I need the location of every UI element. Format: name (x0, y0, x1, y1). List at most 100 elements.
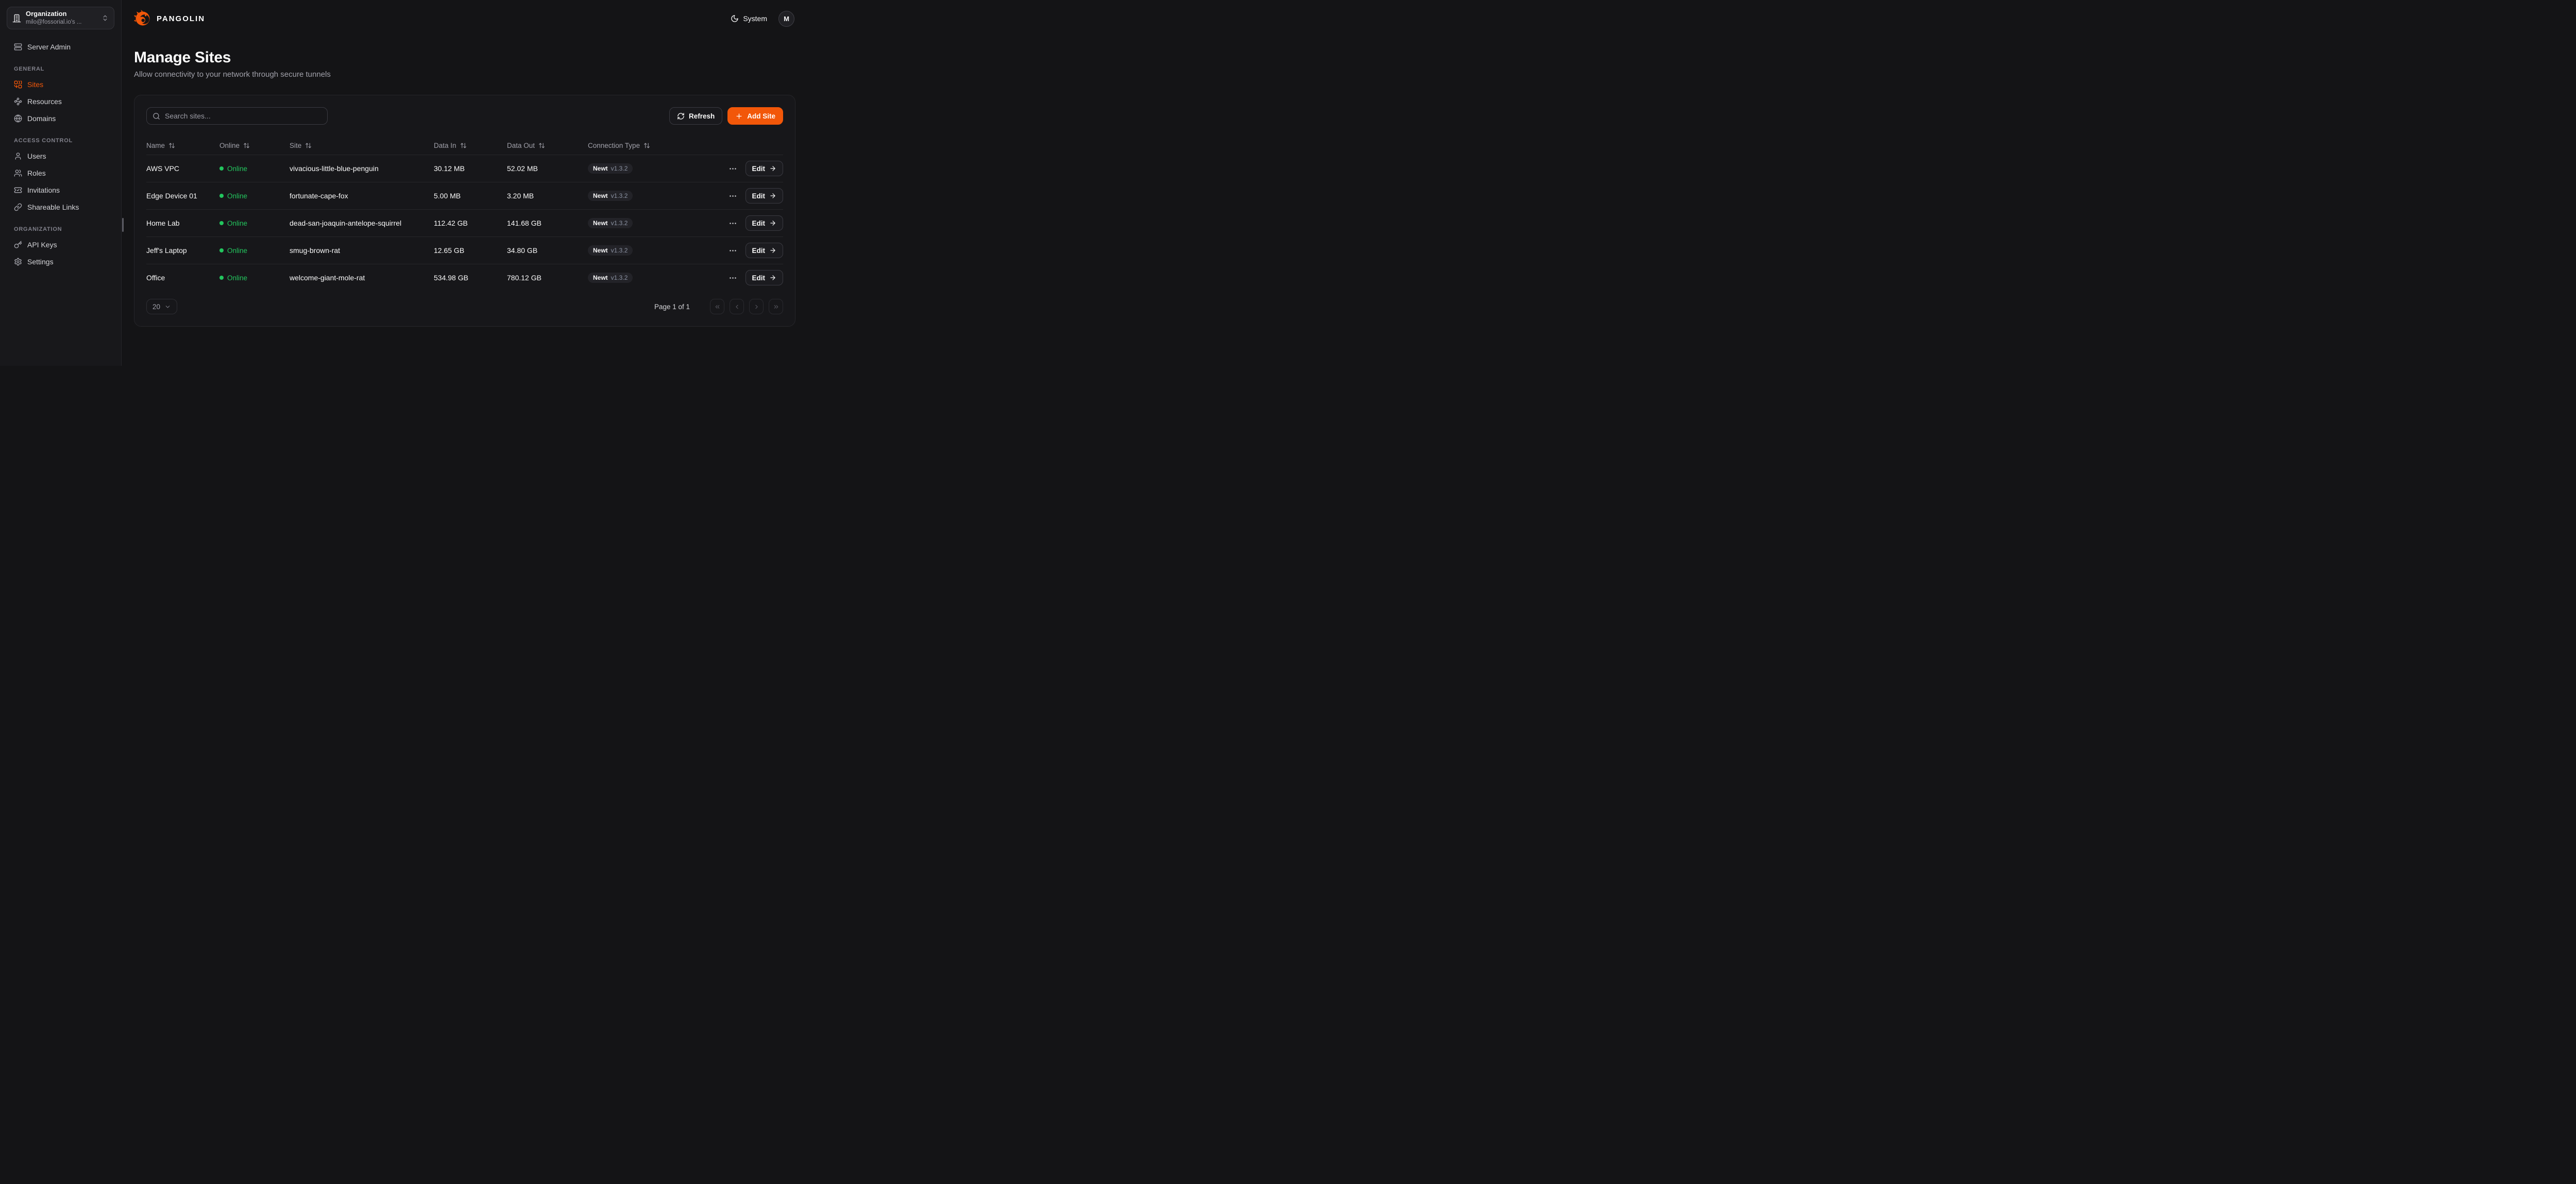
edit-button[interactable]: Edit (745, 243, 784, 258)
moon-icon (731, 14, 739, 23)
row-actions-cell: Edit (715, 243, 783, 258)
site-id-cell: fortunate-cape-fox (290, 192, 434, 200)
table-row: AWS VPC Online vivacious-little-blue-pen… (146, 155, 783, 182)
key-icon (14, 241, 22, 249)
sidebar-item-users[interactable]: Users (7, 147, 114, 164)
connection-type-cell: Newt v1.3.2 (588, 245, 715, 256)
arrow-right-icon (769, 165, 776, 172)
sidebar-item-server-admin[interactable]: Server Admin (7, 38, 114, 55)
column-header-connection-type[interactable]: Connection Type (588, 142, 715, 149)
table-row: Jeff's Laptop Online smug-brown-rat 12.6… (146, 236, 783, 264)
connection-client-version: v1.3.2 (611, 247, 628, 253)
online-dot-icon (219, 248, 224, 252)
ellipsis-icon (728, 246, 737, 255)
plus-icon (735, 112, 743, 120)
sidebar-heading-organization: ORGANIZATION (7, 226, 114, 236)
sidebar-item-api-keys[interactable]: API Keys (7, 236, 114, 253)
sidebar-scrollbar-thumb[interactable] (122, 218, 124, 232)
column-header-site[interactable]: Site (290, 142, 434, 149)
online-status-cell: Online (219, 247, 290, 255)
sidebar-item-shareable-links[interactable]: Shareable Links (7, 198, 114, 215)
sidebar-item-label: API Keys (27, 241, 57, 249)
site-name-cell: Jeff's Laptop (146, 246, 219, 255)
refresh-icon (677, 112, 685, 120)
search-input[interactable] (165, 112, 321, 120)
site-name-cell: Edge Device 01 (146, 192, 219, 200)
next-page-button[interactable] (749, 299, 764, 314)
first-page-button[interactable] (710, 299, 724, 314)
connection-type-cell: Newt v1.3.2 (588, 163, 715, 174)
avatar[interactable]: M (778, 11, 794, 27)
arrow-right-icon (769, 192, 776, 199)
connection-type-badge: Newt v1.3.2 (588, 273, 633, 283)
online-dot-icon (219, 276, 224, 280)
sort-icon (243, 142, 250, 149)
column-header-data-out[interactable]: Data Out (507, 142, 588, 149)
online-status-label: Online (227, 247, 247, 255)
data-in-cell: 534.98 GB (434, 274, 507, 282)
chevrons-up-down-icon (101, 14, 109, 22)
sidebar-item-resources[interactable]: Resources (7, 93, 114, 110)
row-menu-button[interactable] (728, 274, 737, 282)
sidebar-item-sites[interactable]: Sites (7, 76, 114, 93)
org-switcher[interactable]: Organization milo@fossorial.io's ... (7, 7, 114, 29)
table-row: Edge Device 01 Online fortunate-cape-fox… (146, 182, 783, 209)
data-in-cell: 30.12 MB (434, 164, 507, 173)
sidebar-item-label: Resources (27, 97, 62, 106)
edit-button[interactable]: Edit (745, 270, 784, 285)
connection-client-name: Newt (593, 165, 608, 172)
previous-page-button[interactable] (730, 299, 744, 314)
edit-button[interactable]: Edit (745, 161, 784, 176)
table-row: Home Lab Online dead-san-joaquin-antelop… (146, 209, 783, 236)
table-body: AWS VPC Online vivacious-little-blue-pen… (146, 155, 783, 291)
online-status-label: Online (227, 274, 247, 282)
connection-type-cell: Newt v1.3.2 (588, 191, 715, 201)
column-header-name[interactable]: Name (146, 142, 219, 149)
sidebar-nav: Server Admin GENERAL Sites Resources (7, 38, 114, 270)
connection-client-name: Newt (593, 247, 608, 253)
data-out-cell: 34.80 GB (507, 246, 588, 255)
org-switcher-subtitle: milo@fossorial.io's ... (26, 19, 97, 26)
sidebar-item-label: Domains (27, 114, 56, 123)
sidebar-item-settings[interactable]: Settings (7, 253, 114, 270)
online-status-label: Online (227, 192, 247, 200)
add-site-button[interactable]: Add Site (727, 107, 783, 125)
column-label: Data In (434, 142, 456, 149)
page-size-select[interactable]: 20 (146, 299, 177, 314)
last-page-button[interactable] (769, 299, 783, 314)
brand-name: PANGOLIN (157, 14, 205, 23)
org-switcher-texts: Organization milo@fossorial.io's ... (26, 10, 97, 26)
row-menu-button[interactable] (728, 219, 737, 228)
site-id-cell: smug-brown-rat (290, 246, 434, 255)
sidebar-item-invitations[interactable]: Invitations (7, 181, 114, 198)
row-menu-button[interactable] (728, 164, 737, 173)
sidebar-item-label: Users (27, 152, 46, 160)
search-icon (152, 112, 160, 120)
data-in-cell: 112.42 GB (434, 219, 507, 227)
column-header-data-in[interactable]: Data In (434, 142, 507, 149)
row-actions-cell: Edit (715, 161, 783, 176)
add-site-label: Add Site (747, 112, 775, 120)
org-switcher-title: Organization (26, 10, 97, 18)
edit-button[interactable]: Edit (745, 215, 784, 231)
building-icon (12, 14, 21, 23)
gear-icon (14, 258, 22, 266)
row-menu-button[interactable] (728, 192, 737, 200)
column-header-online[interactable]: Online (219, 142, 290, 149)
sidebar-item-domains[interactable]: Domains (7, 110, 114, 127)
refresh-button[interactable]: Refresh (669, 107, 722, 125)
sort-icon (168, 142, 175, 149)
site-name-cell: Home Lab (146, 219, 219, 227)
online-status-label: Online (227, 165, 247, 173)
chevrons-left-icon (714, 303, 721, 310)
theme-toggle-button[interactable]: System (731, 14, 767, 23)
connection-type-badge: Newt v1.3.2 (588, 163, 633, 174)
chevron-right-icon (753, 303, 760, 310)
column-label: Connection Type (588, 142, 640, 149)
row-menu-button[interactable] (728, 246, 737, 255)
data-out-cell: 3.20 MB (507, 192, 588, 200)
waypoints-icon (14, 97, 22, 106)
edit-button[interactable]: Edit (745, 188, 784, 204)
ellipsis-icon (728, 192, 737, 200)
sidebar-item-roles[interactable]: Roles (7, 164, 114, 181)
